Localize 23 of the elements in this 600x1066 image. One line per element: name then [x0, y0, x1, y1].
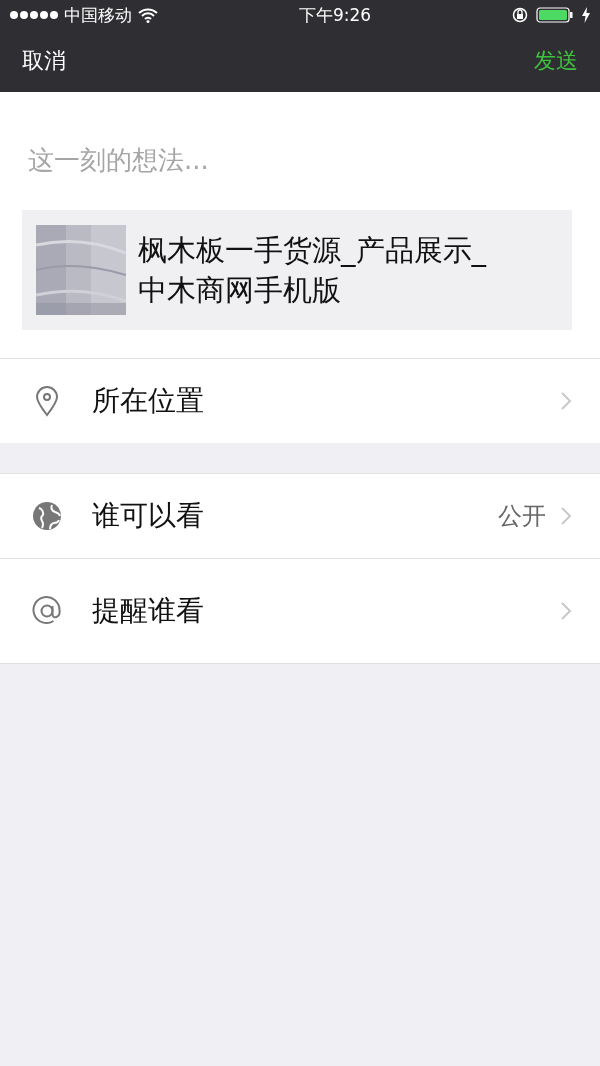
- chevron-icon: [560, 601, 572, 621]
- rotation-lock-icon: [512, 7, 528, 23]
- row-label: 谁可以看: [92, 498, 205, 534]
- link-card[interactable]: 枫木板一手货源_产品展示_中木商网手机版: [22, 210, 572, 330]
- globe-icon: [30, 499, 64, 533]
- row-label: 提醒谁看: [92, 593, 205, 629]
- charging-icon: [582, 7, 590, 23]
- chevron-icon: [560, 391, 572, 411]
- wifi-icon: [138, 7, 158, 23]
- clock-time: 下午9:26: [298, 3, 372, 27]
- battery-icon: [536, 7, 574, 23]
- row-value: 公开: [498, 501, 546, 532]
- link-title: 枫木板一手货源_产品展示_中木商网手机版: [138, 232, 488, 309]
- chevron-icon: [560, 506, 572, 526]
- signal-icon: [10, 11, 58, 19]
- option-row[interactable]: 提醒谁看: [0, 558, 600, 663]
- option-row[interactable]: 谁可以看 公开: [0, 473, 600, 558]
- cancel-button[interactable]: 取消: [22, 46, 66, 76]
- send-button[interactable]: 发送: [534, 46, 578, 76]
- carrier-name: 中国移动: [64, 3, 132, 27]
- post-text-field[interactable]: 这一刻的想法...: [0, 92, 600, 204]
- row-label: 所在位置: [92, 383, 205, 419]
- location-row[interactable]: 所在位置: [0, 359, 600, 443]
